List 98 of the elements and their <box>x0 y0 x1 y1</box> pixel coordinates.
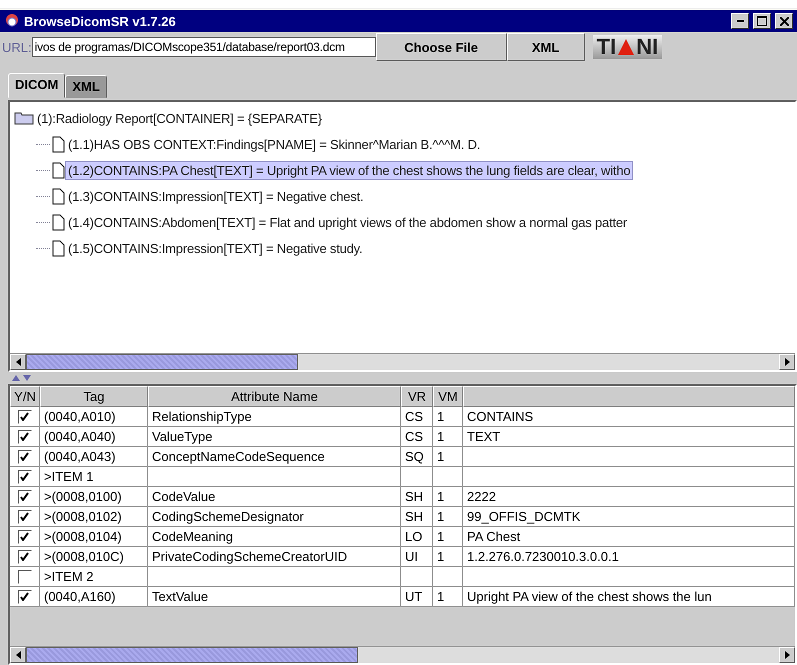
table-cell: CS <box>401 407 433 427</box>
table-cell: 1 <box>433 587 463 607</box>
table-cell: >(0008,0100) <box>40 487 148 507</box>
table-cell: (0040,A010) <box>40 407 148 427</box>
checkbox[interactable] <box>18 550 32 564</box>
table-cell: 1 <box>433 487 463 507</box>
logo: TI NI <box>592 35 662 59</box>
table-cell <box>433 567 463 587</box>
table-cell <box>433 467 463 487</box>
column-header[interactable]: Attribute Name <box>148 386 401 407</box>
checkbox[interactable] <box>18 430 32 444</box>
table-cell: CS <box>401 427 433 447</box>
checkbox[interactable] <box>18 590 32 604</box>
column-header[interactable]: VR <box>401 386 433 407</box>
tab[interactable]: DICOM <box>8 73 66 98</box>
scroll-right-button[interactable] <box>779 647 795 663</box>
table-cell: Upright PA view of the chest shows the lun <box>463 587 795 607</box>
column-header[interactable]: Tag <box>40 386 148 407</box>
table-cell: 1 <box>433 547 463 567</box>
table-cell: (0040,A040) <box>40 427 148 447</box>
collapse-arrows-icon <box>12 375 32 381</box>
table-cell: CONTAINS <box>463 407 795 427</box>
tree-node[interactable]: (1):Radiology Report[CONTAINER] = {SEPARATE} <box>34 108 325 128</box>
table-cell: ConceptNameCodeSequence <box>148 447 401 467</box>
checkbox[interactable] <box>18 530 32 544</box>
url-field[interactable]: ivos de programas/DICOMscope351/database/report03.dcm <box>32 37 376 57</box>
table-cell: 1 <box>433 407 463 427</box>
tree-node[interactable]: (1.4)CONTAINS:Abdomen[TEXT] = Flat and upright views of the abdomen show a normal gas patter <box>65 212 630 232</box>
tree-node[interactable]: (1.1)HAS OBS CONTEXT:Findings[PNAME] = Skinner^Marian B.^^^M. D. <box>65 134 484 154</box>
document-icon <box>52 214 65 230</box>
table-cell: (0040,A160) <box>40 587 148 607</box>
checkbox[interactable] <box>18 450 32 464</box>
scroll-right-button[interactable] <box>779 354 795 370</box>
table-cell: >(0008,010C) <box>40 547 148 567</box>
right-arrow-icon <box>784 651 790 659</box>
table-cell: RelationshipType <box>148 407 401 427</box>
maximize-icon <box>757 16 767 26</box>
checkbox[interactable] <box>18 570 32 584</box>
tree-node[interactable]: (1.2)CONTAINS:PA Chest[TEXT] = Upright PA view of the chest shows the lung fields are clear, witho <box>65 160 634 180</box>
column-header[interactable] <box>463 386 795 407</box>
table-cell: SH <box>401 507 433 527</box>
left-arrow-icon <box>16 358 20 366</box>
folder-icon <box>14 111 34 125</box>
table-cell: 1.2.276.0.7230010.3.0.0.1 <box>463 547 795 567</box>
url-label: URL: <box>2 40 32 54</box>
right-arrow-icon <box>784 358 790 366</box>
table-cell: CodeValue <box>148 487 401 507</box>
checkbox[interactable] <box>18 410 32 424</box>
scroll-thumb[interactable] <box>26 354 298 370</box>
table-cell: 1 <box>433 447 463 467</box>
scroll-left-button[interactable] <box>10 354 26 370</box>
maximize-button[interactable] <box>753 13 771 29</box>
scroll-thumb[interactable] <box>26 647 358 663</box>
checkbox[interactable] <box>18 510 32 524</box>
table-cell: >(0008,0104) <box>40 527 148 547</box>
table-cell: PrivateCodingSchemeCreatorUID <box>148 547 401 567</box>
table-cell: >ITEM 2 <box>40 567 148 587</box>
left-arrow-icon <box>16 651 20 659</box>
table-cell: SH <box>401 487 433 507</box>
tree-node[interactable]: (1.3)CONTAINS:Impression[TEXT] = Negative chest. <box>65 186 366 206</box>
table-cell <box>401 567 433 587</box>
checkbox[interactable] <box>18 490 32 504</box>
table-cell: CodingSchemeDesignator <box>148 507 401 527</box>
table-cell: 1 <box>433 507 463 527</box>
table-cell: ValueType <box>148 427 401 447</box>
column-header[interactable]: Y/N <box>10 386 40 407</box>
table-cell: >(0008,0102) <box>40 507 148 527</box>
choose-file-button[interactable]: Choose File <box>376 33 507 61</box>
window-title: BrowseDicomSR v1.7.26 <box>24 14 177 28</box>
checkbox[interactable] <box>18 470 32 484</box>
column-header[interactable]: VM <box>433 386 463 407</box>
minimize-button[interactable] <box>731 13 749 29</box>
table-cell: 2222 <box>463 487 795 507</box>
table-cell: LO <box>401 527 433 547</box>
table-cell <box>401 467 433 487</box>
table-cell: CodeMeaning <box>148 527 401 547</box>
table-cell: >ITEM 1 <box>40 467 148 487</box>
table-cell: (0040,A043) <box>40 447 148 467</box>
document-icon <box>52 188 65 204</box>
close-icon <box>780 16 788 26</box>
table-cell: 99_OFFIS_DCMTK <box>463 507 795 527</box>
table-cell: UT <box>401 587 433 607</box>
document-icon <box>52 136 65 152</box>
tree-node[interactable]: (1.5)CONTAINS:Impression[TEXT] = Negative study. <box>65 238 366 258</box>
document-icon <box>52 240 65 256</box>
table-cell: 1 <box>433 527 463 547</box>
xml-button[interactable]: XML <box>506 33 585 61</box>
minimize-icon <box>736 20 744 22</box>
table-cell: TextValue <box>148 587 401 607</box>
table-cell: TEXT <box>463 427 795 447</box>
tab[interactable]: XML <box>65 75 107 98</box>
table-cell: PA Chest <box>463 527 795 547</box>
table-cell: UI <box>401 547 433 567</box>
table-cell: SQ <box>401 447 433 467</box>
close-button[interactable] <box>775 13 793 29</box>
scroll-left-button[interactable] <box>10 647 26 663</box>
table-cell: 1 <box>433 427 463 447</box>
app-icon <box>4 13 20 29</box>
